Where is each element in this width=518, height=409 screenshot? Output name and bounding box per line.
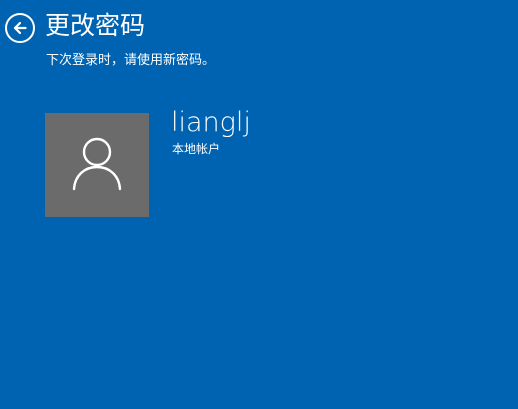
user-silhouette-icon xyxy=(71,135,123,195)
arrow-left-icon xyxy=(12,20,28,36)
page-subtitle: 下次登录时，请使用新密码。 xyxy=(46,53,216,68)
avatar xyxy=(45,113,149,217)
account-type-label: 本地帐户 xyxy=(172,142,221,156)
account-username: lianglj xyxy=(171,107,251,138)
page-title: 更改密码 xyxy=(45,11,146,40)
back-button[interactable] xyxy=(5,13,35,43)
